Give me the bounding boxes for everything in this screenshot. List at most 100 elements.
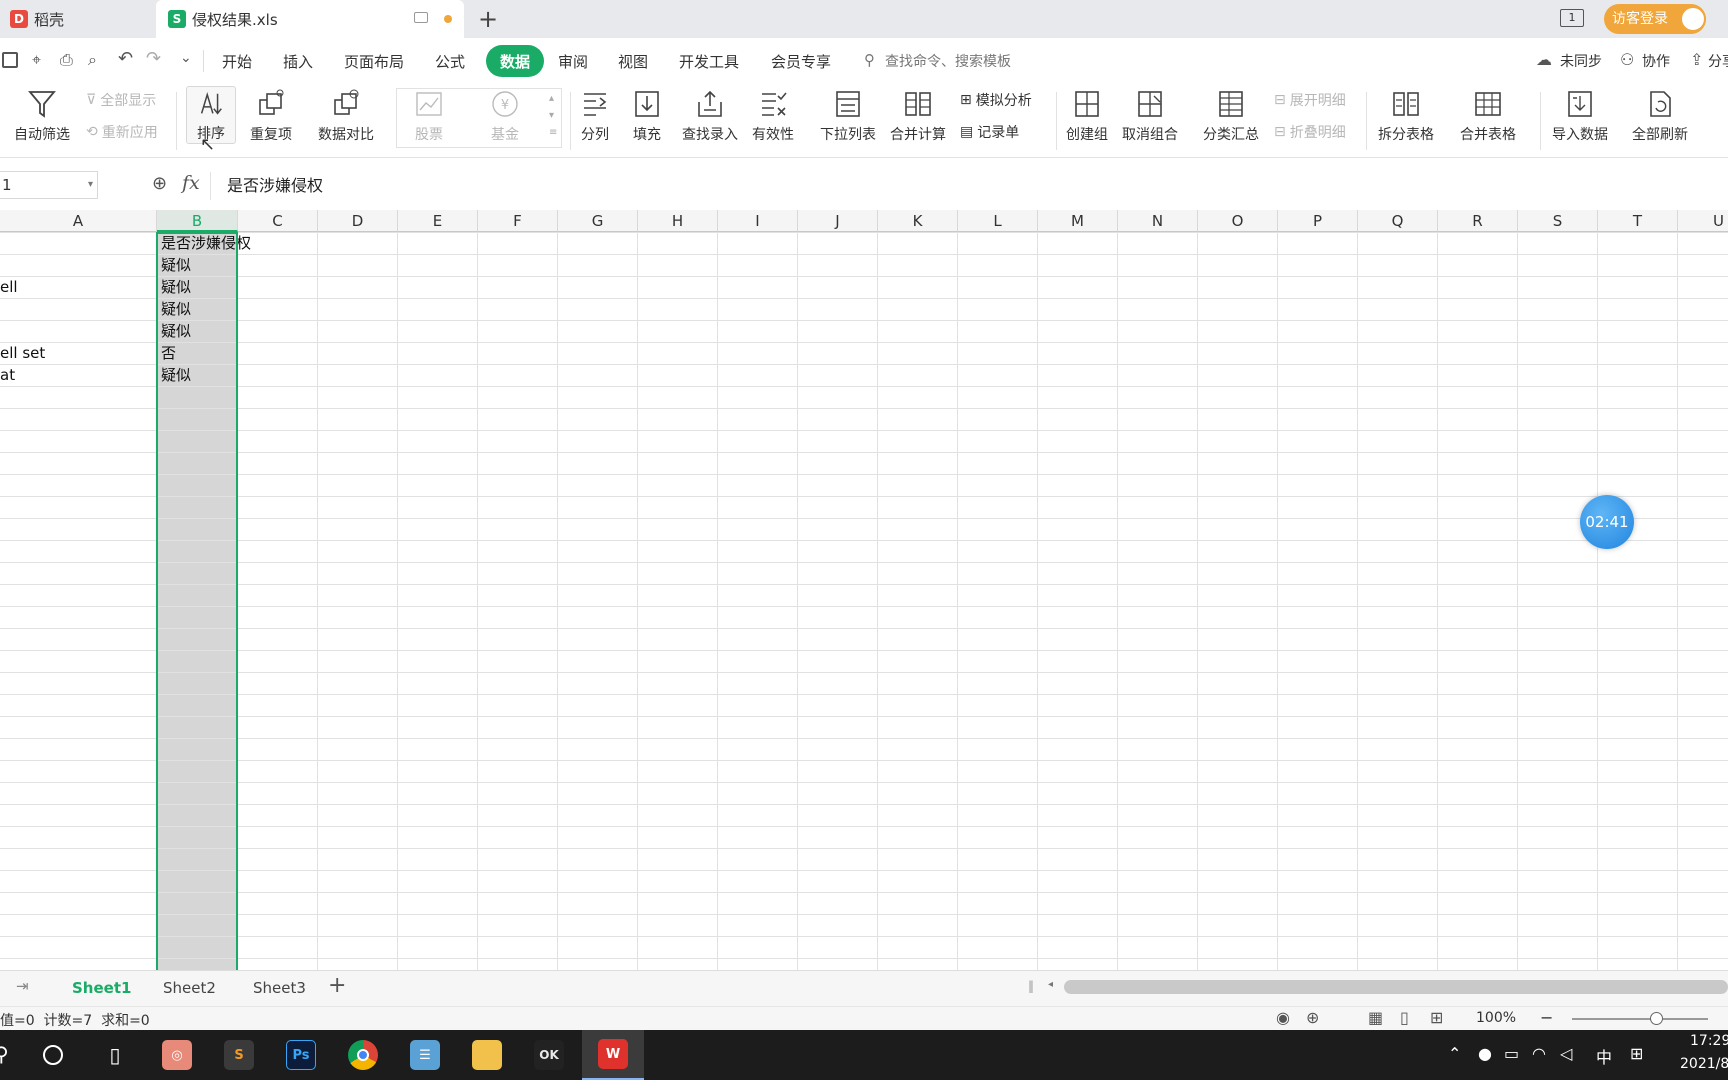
page-counter[interactable]: 1 [1560,9,1584,27]
volume-icon[interactable]: ◁ [1560,1044,1572,1063]
column-header-c[interactable]: C [238,210,318,232]
column-header-q[interactable]: Q [1358,210,1438,232]
last-sheet-icon[interactable]: ⇥ [16,977,29,995]
column-header-o[interactable]: O [1198,210,1278,232]
page-break-icon[interactable]: ⊞ [1430,1008,1443,1027]
sheet-tab-2[interactable]: Sheet2 [163,979,216,997]
clock-date[interactable]: 2021/8 [1680,1056,1728,1072]
column-header-f[interactable]: F [478,210,558,232]
search-taskbar-icon[interactable]: ⚲ [0,1042,9,1066]
split-column-button[interactable]: 分列 [580,88,610,144]
collapse-detail-button[interactable]: ⊟ 折叠明细 [1274,122,1346,142]
sync-button[interactable]: 未同步 [1560,51,1602,71]
refresh-all-button[interactable]: 全部刷新 [1632,88,1688,144]
taskbar-app-7[interactable]: OK [524,1030,574,1080]
menu-insert[interactable]: 插入 [283,38,313,84]
column-header-a[interactable]: A [0,210,157,232]
battery-icon[interactable]: ▭ [1504,1044,1519,1063]
column-header-u[interactable]: U [1678,210,1728,232]
menu-page-layout[interactable]: 页面布局 [344,38,404,84]
autofilter-button[interactable]: 自动筛选 [14,88,70,144]
avatar[interactable] [1680,6,1706,32]
clock-time[interactable]: 17:29 [1690,1033,1728,1049]
menu-formula[interactable]: 公式 [435,38,465,84]
new-tab-icon[interactable]: + [478,5,498,33]
compare-button[interactable]: 数据对比 [318,88,374,144]
taskbar-wps[interactable]: W [582,1030,644,1080]
zoom-level[interactable]: 100% [1476,1010,1516,1026]
redo-icon[interactable]: ↷ [146,48,161,69]
menu-start[interactable]: 开始 [222,38,252,84]
cortana-button[interactable] [28,1030,78,1080]
subtotal-button[interactable]: 分类汇总 [1203,88,1259,144]
show-all-button[interactable]: ⊽ 全部显示 [86,90,156,110]
eye-protection-icon[interactable]: ◉ [1276,1008,1290,1027]
duplicates-button[interactable]: 重复项 [250,88,292,144]
name-box[interactable]: 1 ▾ [0,171,98,199]
menu-data[interactable]: 数据 [486,45,545,77]
gallery-scroll[interactable]: ▴ ▾ ≡ [549,90,557,141]
zoom-slider-handle[interactable] [1650,1012,1663,1025]
format-painter-icon[interactable]: ⌖ [32,50,41,70]
splitter-icon[interactable]: ‖ [1028,979,1034,993]
lookup-button[interactable]: 查找录入 [682,88,738,144]
spreadsheet-grid[interactable]: A B C D E F G H I J K L M N O P Q R S T Uell ell set at 是否涉嫌侵权疑… [0,210,1728,970]
taskbar-app-1[interactable]: ◎ [152,1030,202,1080]
zoom-out-icon[interactable]: − [1540,1008,1553,1027]
column-header-s[interactable]: S [1518,210,1598,232]
search-input[interactable]: 查找命令、搜索模板 [885,51,1011,71]
page-layout-icon[interactable]: ▯ [1400,1008,1409,1027]
zoom-formula-icon[interactable]: ⊕ [152,173,167,194]
column-header-t[interactable]: T [1598,210,1678,232]
menu-view[interactable]: 视图 [618,38,648,84]
add-sheet-icon[interactable]: + [328,973,346,998]
column-header-p[interactable]: P [1278,210,1358,232]
ime-indicator[interactable]: 中 [1596,1044,1612,1068]
column-header-k[interactable]: K [878,210,958,232]
column-header-e[interactable]: E [398,210,478,232]
share-button[interactable]: 分享 [1708,51,1728,71]
formula-input[interactable]: 是否涉嫌侵权 [210,172,1728,200]
merge-table-button[interactable]: 合并表格 [1460,88,1516,144]
column-header-b[interactable]: B [157,210,238,232]
monitor-icon[interactable] [414,12,428,23]
menu-review[interactable]: 审阅 [558,38,588,84]
ungroup-button[interactable]: 取消组合 [1122,88,1178,144]
cell-a6[interactable]: ell set [0,342,45,364]
tray-expand-icon[interactable]: ⌃ [1448,1044,1461,1063]
undo-icon[interactable]: ↶ [118,48,133,69]
tab-spreadsheet[interactable]: S 侵权结果.xls [156,0,464,38]
fund-button[interactable]: ¥ 基金 [490,90,520,144]
sheet-tab-3[interactable]: Sheet3 [253,979,306,997]
save-icon[interactable] [2,52,18,68]
chevron-down-icon[interactable]: ▾ [88,172,93,198]
normal-view-icon[interactable]: ▦ [1368,1008,1383,1027]
ime-mode-icon[interactable]: ⊞ [1630,1044,1643,1063]
cell-a3[interactable]: ell [0,276,18,298]
floating-timer[interactable]: 02:41 [1580,495,1634,549]
column-header-l[interactable]: L [958,210,1038,232]
expand-detail-button[interactable]: ⊟ 展开明细 [1274,90,1346,110]
column-header-r[interactable]: R [1438,210,1518,232]
taskbar-app-2[interactable]: S [214,1030,264,1080]
print-preview-icon[interactable]: ⌕ [88,50,97,70]
center-icon[interactable]: ⊕ [1306,1008,1319,1027]
wifi-icon[interactable]: ◠ [1532,1044,1546,1063]
cell-a7[interactable]: at [0,364,15,386]
fill-button[interactable]: 填充 [632,88,662,144]
microphone-icon[interactable]: ● [1478,1044,1492,1063]
column-header-i[interactable]: I [718,210,798,232]
stock-button[interactable]: 股票 [414,90,444,144]
taskbar-photoshop[interactable]: Ps [276,1030,326,1080]
scroll-left-icon[interactable]: ◂ [1048,979,1053,990]
zoom-slider[interactable] [1572,1018,1708,1020]
taskbar-chrome[interactable] [338,1030,388,1080]
horizontal-scrollbar[interactable] [1064,980,1728,994]
column-header-n[interactable]: N [1118,210,1198,232]
split-table-button[interactable]: 拆分表格 [1378,88,1434,144]
column-header-g[interactable]: G [558,210,638,232]
import-data-button[interactable]: 导入数据 [1552,88,1608,144]
taskbar-app-5[interactable]: ☰ [400,1030,450,1080]
print-icon[interactable]: ⎙ [60,50,73,70]
collab-button[interactable]: 协作 [1642,51,1670,71]
